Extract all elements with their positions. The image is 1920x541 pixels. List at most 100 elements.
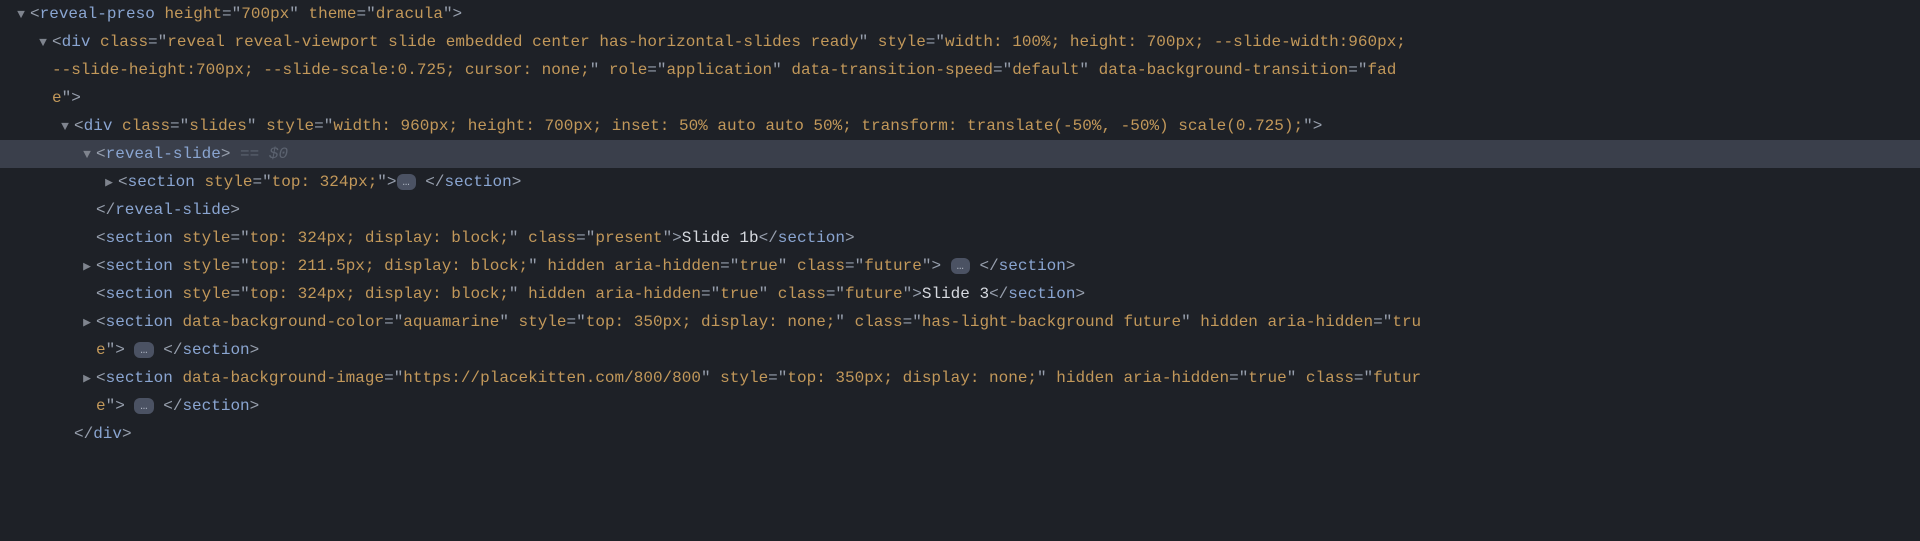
code-token: style — [182, 285, 230, 303]
code-token: aria-hidden — [1268, 313, 1374, 331]
code-token: style — [266, 117, 314, 135]
code-token: </ — [96, 201, 115, 219]
code-token: < — [52, 33, 62, 51]
collapsed-children-icon[interactable]: … — [397, 174, 416, 190]
collapse-icon[interactable]: ▼ — [58, 116, 72, 139]
code-token: fad — [1367, 61, 1396, 79]
code-token: class — [1306, 369, 1354, 387]
code-token: top: 211.5px; display: block; — [250, 257, 528, 275]
code-token: reveal-preso — [40, 5, 155, 23]
expand-icon[interactable]: ▶ — [80, 312, 94, 335]
dom-row-6[interactable]: ▶<section style="top: 324px;">… </sectio… — [0, 168, 1920, 196]
code-token — [195, 173, 205, 191]
dom-row-12[interactable]: ▶e"> … </section> — [0, 336, 1920, 364]
code-token: class — [855, 313, 903, 331]
code-token: e — [96, 341, 106, 359]
collapsed-children-icon[interactable]: … — [134, 398, 153, 414]
code-token — [586, 285, 596, 303]
code-token: section — [106, 229, 173, 247]
dom-row-4[interactable]: ▼<div class="slides" style="width: 960px… — [0, 112, 1920, 140]
code-token: = — [1354, 369, 1364, 387]
code-token: " — [1037, 369, 1056, 387]
code-token: " — [1079, 61, 1098, 79]
dom-row-9[interactable]: ▶<section style="top: 211.5px; display: … — [0, 252, 1920, 280]
collapsed-children-icon[interactable]: … — [951, 258, 970, 274]
expand-icon[interactable]: ▶ — [102, 172, 116, 195]
dom-row-14[interactable]: ▶e"> … </section> — [0, 392, 1920, 420]
code-token: " — [1383, 313, 1393, 331]
dom-row-5[interactable]: ▼<reveal-slide> == $0 — [0, 140, 1920, 168]
code-token: default — [1012, 61, 1079, 79]
collapse-icon[interactable]: ▼ — [14, 4, 28, 27]
code-token: " — [835, 285, 845, 303]
code-token: </ — [74, 425, 93, 443]
code-token: aquamarine — [403, 313, 499, 331]
dom-row-0[interactable]: ▼<reveal-preso height="700px" theme="dra… — [0, 0, 1920, 28]
code-token: class — [528, 229, 576, 247]
code-token: < — [30, 5, 40, 23]
code-token: dracula — [376, 5, 443, 23]
code-token: = — [576, 229, 586, 247]
dom-row-3[interactable]: ▶e"> — [0, 84, 1920, 112]
no-toggle-icon: ▶ — [36, 88, 50, 111]
code-token — [173, 229, 183, 247]
code-token: = — [222, 5, 232, 23]
code-token: data-background-color — [182, 313, 384, 331]
dom-row-1[interactable]: ▼<div class="reveal reveal-viewport slid… — [0, 28, 1920, 56]
code-token: " — [701, 369, 720, 387]
code-token: section — [445, 173, 512, 191]
dom-row-15[interactable]: ▶</div> — [0, 420, 1920, 448]
code-token: " — [576, 313, 586, 331]
code-token: " — [240, 257, 250, 275]
code-token: = — [826, 285, 836, 303]
code-token: > — [221, 145, 231, 163]
code-token: = — [1348, 61, 1358, 79]
code-token: > — [845, 229, 855, 247]
code-token: " — [859, 33, 878, 51]
collapse-icon[interactable]: ▼ — [80, 144, 94, 167]
code-token: section — [106, 369, 173, 387]
code-token: > — [1313, 117, 1323, 135]
code-token: < — [118, 173, 128, 191]
code-token: < — [96, 285, 106, 303]
collapse-icon[interactable]: ▼ — [36, 32, 50, 55]
code-token: future — [864, 257, 922, 275]
code-token: 700px — [241, 5, 289, 23]
code-token: " — [935, 33, 945, 51]
code-token: " — [912, 313, 922, 331]
code-token: " — [759, 285, 778, 303]
dom-row-13[interactable]: ▶<section data-background-image="https:/… — [0, 364, 1920, 392]
code-token: = — [148, 33, 158, 51]
dom-row-11[interactable]: ▶<section data-background-color="aquamar… — [0, 308, 1920, 336]
code-token: top: 324px; — [272, 173, 378, 191]
code-token: " — [1181, 313, 1200, 331]
code-token: " — [657, 61, 667, 79]
dom-row-10[interactable]: ▶<section style="top: 324px; display: bl… — [0, 280, 1920, 308]
dom-row-8[interactable]: ▶<section style="top: 324px; display: bl… — [0, 224, 1920, 252]
code-token: reveal reveal-viewport slide embedded ce… — [167, 33, 858, 51]
code-token: </ — [416, 173, 445, 191]
expand-icon[interactable]: ▶ — [80, 256, 94, 279]
code-token: section — [106, 285, 173, 303]
code-token — [112, 117, 122, 135]
code-token: application — [667, 61, 773, 79]
code-token: section — [182, 341, 249, 359]
code-token: " — [778, 257, 797, 275]
code-token: < — [96, 369, 106, 387]
code-token: = — [720, 257, 730, 275]
dom-row-2[interactable]: ▶--slide-height:700px; --slide-scale:0.7… — [0, 56, 1920, 84]
code-token — [173, 285, 183, 303]
collapsed-children-icon[interactable]: … — [134, 342, 153, 358]
dom-row-7[interactable]: ▶</reveal-slide> — [0, 196, 1920, 224]
code-token: = — [384, 369, 394, 387]
code-token: = — [903, 313, 913, 331]
code-token: = — [845, 257, 855, 275]
code-token: style — [519, 313, 567, 331]
code-token: section — [182, 397, 249, 415]
code-token: section — [128, 173, 195, 191]
code-token: hidden — [547, 257, 605, 275]
code-token: "> — [106, 397, 135, 415]
code-token: width: 960px; height: 700px; inset: 50% … — [333, 117, 1303, 135]
expand-icon[interactable]: ▶ — [80, 368, 94, 391]
code-token: div — [62, 33, 91, 51]
